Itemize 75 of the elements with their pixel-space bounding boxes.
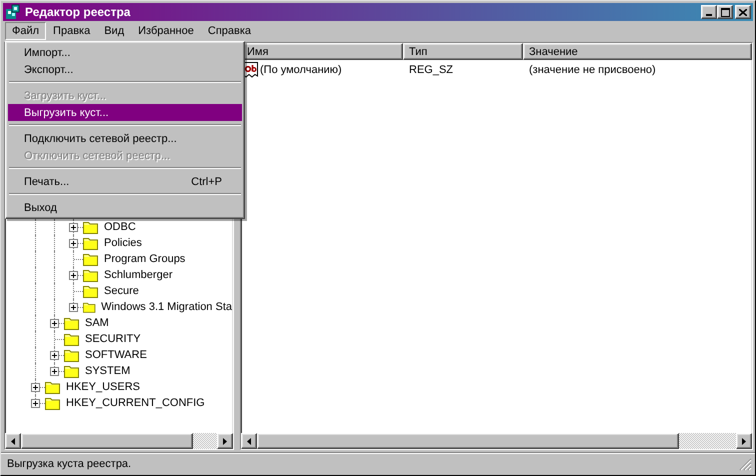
expand-button[interactable] xyxy=(69,239,78,248)
maximize-icon xyxy=(720,8,730,16)
menu-item[interactable]: Вид xyxy=(97,22,132,40)
folder-icon xyxy=(83,236,99,250)
maximize-button[interactable] xyxy=(717,5,733,19)
scroll-left-button[interactable] xyxy=(5,433,21,449)
left-arrow-icon xyxy=(247,438,251,444)
tree-item[interactable]: ODBC xyxy=(103,221,137,233)
value-type: REG_SZ xyxy=(408,64,454,76)
right-arrow-icon xyxy=(742,438,746,444)
tree-item[interactable]: HKEY_USERS xyxy=(65,381,141,393)
menu-entry[interactable]: Экспорт... xyxy=(8,61,242,78)
expand-button[interactable] xyxy=(50,367,59,376)
menu-item[interactable]: Файл xyxy=(5,22,46,40)
shortcut-label: Ctrl+P xyxy=(191,176,222,188)
close-button[interactable] xyxy=(735,5,751,19)
tree-item[interactable]: SAM xyxy=(84,317,110,329)
folder-icon xyxy=(83,220,99,234)
expand-button[interactable] xyxy=(69,271,78,280)
column-header[interactable]: Тип xyxy=(403,43,523,60)
menu-entry-label: Отключить сетевой реестр... xyxy=(24,150,172,162)
folder-icon xyxy=(83,284,99,298)
menu-entry[interactable]: Печать... Ctrl+P xyxy=(8,173,242,190)
menu-entry-label: Экспорт... xyxy=(24,64,74,76)
expand-button[interactable] xyxy=(31,383,40,392)
menu-entry-label: Импорт... xyxy=(24,46,72,58)
folder-icon xyxy=(83,268,99,282)
expand-button[interactable] xyxy=(69,303,78,312)
folder-icon xyxy=(64,364,80,378)
value-data: (значение не присвоено) xyxy=(528,64,657,76)
expand-button[interactable] xyxy=(31,399,40,408)
window-title: Редактор реестра xyxy=(25,5,132,19)
value-name: (По умолчанию) xyxy=(260,64,342,76)
menu-item[interactable]: Правка xyxy=(46,22,98,40)
tree-item[interactable]: SYSTEM xyxy=(84,365,132,377)
tree-item[interactable]: Secure xyxy=(103,285,140,297)
folder-icon xyxy=(64,348,80,362)
scroll-right-button[interactable] xyxy=(217,433,233,449)
tree-item[interactable]: Policies xyxy=(103,237,143,249)
menu-entry-label: Подключить сетевой реестр... xyxy=(24,132,178,144)
tree-item[interactable]: Schlumberger xyxy=(103,269,174,281)
menu-entry[interactable]: Подключить сетевой реестр... xyxy=(8,130,242,147)
menu-item[interactable]: Справка xyxy=(200,22,258,40)
folder-icon xyxy=(64,316,80,330)
close-icon xyxy=(739,8,747,16)
folder-icon xyxy=(64,332,80,346)
expand-button[interactable] xyxy=(69,223,78,232)
tree-item[interactable]: SOFTWARE xyxy=(84,349,148,361)
menu-entry-label: Загрузить куст... xyxy=(24,90,108,102)
minimize-button[interactable] xyxy=(701,5,717,19)
menu-entry[interactable]: Выход xyxy=(8,199,242,216)
menu-entry[interactable]: Импорт... xyxy=(8,44,242,61)
folder-icon xyxy=(45,396,61,410)
folder-icon xyxy=(83,252,99,266)
tree-item[interactable]: Windows 3.1 Migration Sta xyxy=(100,301,233,313)
expand-button[interactable] xyxy=(50,351,59,360)
right-arrow-icon xyxy=(223,438,227,444)
left-arrow-icon xyxy=(11,438,15,444)
expand-button[interactable] xyxy=(50,319,59,328)
folder-icon xyxy=(45,380,61,394)
resize-grip-icon[interactable] xyxy=(739,458,752,470)
menu-entry-label: Выход xyxy=(24,202,58,214)
tree-item[interactable]: HKEY_CURRENT_CONFIG xyxy=(65,397,206,409)
column-header[interactable]: Значение xyxy=(523,43,752,60)
registry-icon xyxy=(5,4,21,20)
scroll-right-button[interactable] xyxy=(736,433,752,449)
menu-entry-label: Печать... xyxy=(24,176,70,188)
scroll-left-button[interactable] xyxy=(241,433,257,449)
tree-item[interactable]: Program Groups xyxy=(103,253,186,265)
status-text: Выгрузка куста реестра. xyxy=(7,458,132,470)
menu-item[interactable]: Избранное xyxy=(131,22,201,40)
tree-item[interactable]: SECURITY xyxy=(84,333,142,345)
menu-entry-label: Выгрузить куст... xyxy=(24,106,110,118)
folder-icon xyxy=(83,300,96,314)
menu-entry[interactable]: Выгрузить куст... xyxy=(8,104,242,121)
